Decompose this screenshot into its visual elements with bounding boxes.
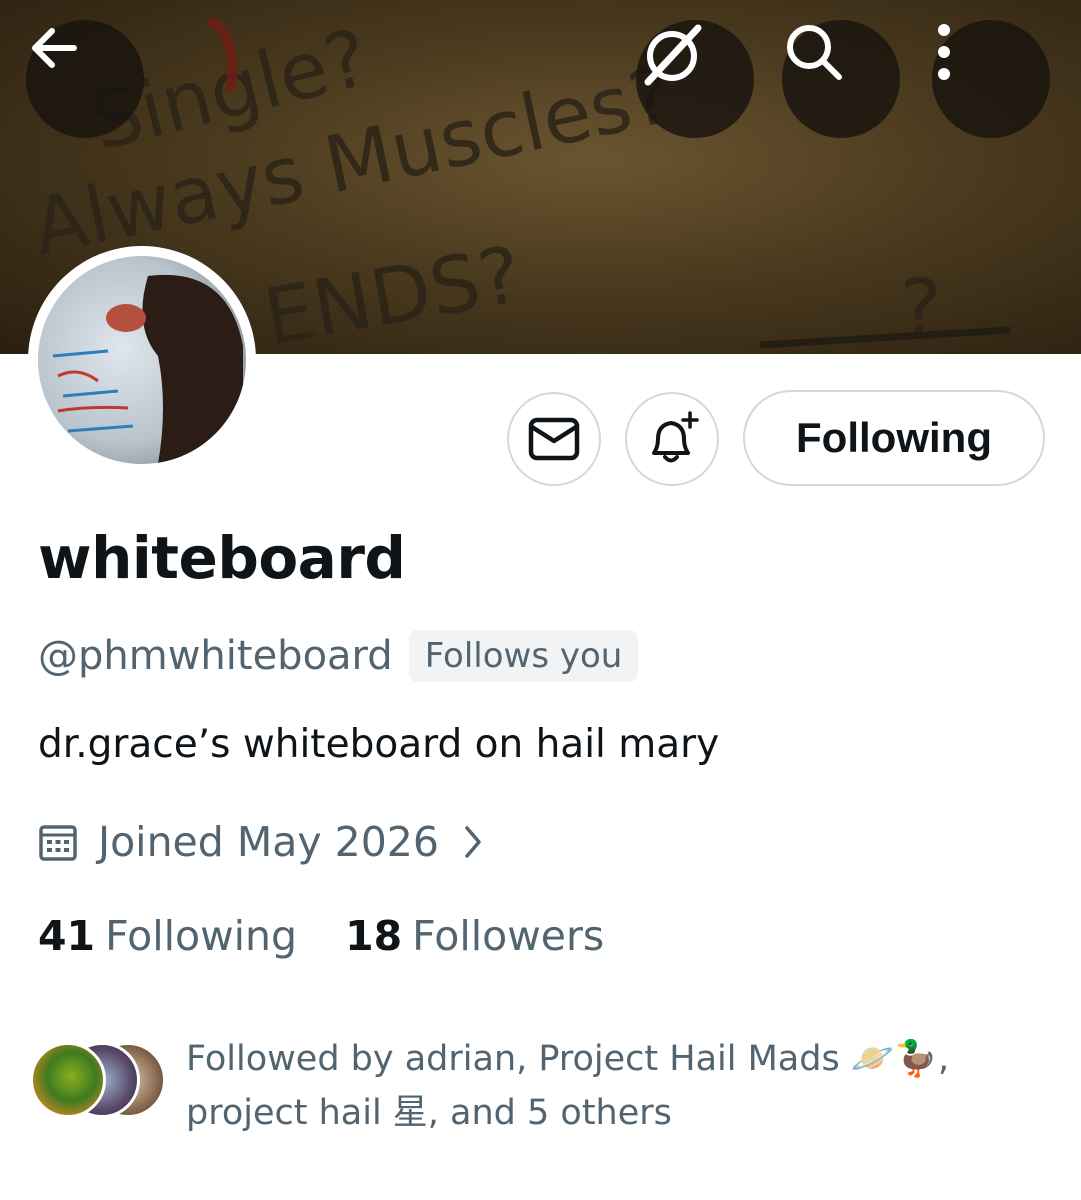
following-stat[interactable]: 41 Following (38, 912, 297, 960)
banner-text-q: ? (900, 264, 941, 354)
search-button[interactable] (782, 20, 900, 138)
joined-date: Joined May 2026 (98, 818, 439, 866)
following-label: Following (105, 912, 298, 960)
message-icon (528, 417, 580, 461)
search-icon (787, 25, 842, 80)
followers-stat[interactable]: 18 Followers (345, 912, 604, 960)
profile-bio: dr.grace’s whiteboard on hail mary (38, 722, 720, 767)
notify-button[interactable] (625, 392, 719, 486)
following-count: 41 (38, 912, 96, 960)
handle-row: @phmwhiteboard Follows you (38, 630, 639, 682)
chevron-right-icon (465, 826, 481, 858)
calendar-icon (39, 825, 77, 861)
more-vertical-icon (938, 24, 950, 80)
back-button[interactable] (26, 20, 144, 138)
grok-icon (644, 24, 702, 86)
follower-avatar-1 (30, 1042, 106, 1118)
joined-row[interactable]: Joined May 2026 (38, 818, 483, 866)
message-button[interactable] (507, 392, 601, 486)
followers-label: Followers (412, 912, 605, 960)
stats-row: 41 Following 18 Followers (38, 912, 604, 960)
followed-by-text: Followed by adrian, Project Hail Mads 🪐🦆… (186, 1032, 1081, 1140)
follows-you-badge: Follows you (408, 630, 639, 682)
more-button[interactable] (932, 20, 1050, 138)
back-arrow-icon (32, 28, 77, 68)
banner-text-ends: ENDS? (258, 230, 528, 354)
display-name: whiteboard (38, 524, 406, 592)
avatar-whiteboard-picture (52, 274, 243, 464)
followed-by-line-1: Followed by adrian, Project Hail Mads 🪐🦆… (186, 1039, 950, 1079)
followers-count: 18 (345, 912, 403, 960)
avatar-image (38, 256, 246, 464)
profile-avatar[interactable] (28, 246, 256, 474)
followed-by-line-2: project hail 星, and 5 others (186, 1093, 672, 1133)
grok-button[interactable] (636, 20, 754, 138)
profile-handle: @phmwhiteboard (38, 633, 393, 679)
following-button[interactable]: Following (743, 390, 1045, 486)
bell-plus-icon (652, 411, 699, 463)
